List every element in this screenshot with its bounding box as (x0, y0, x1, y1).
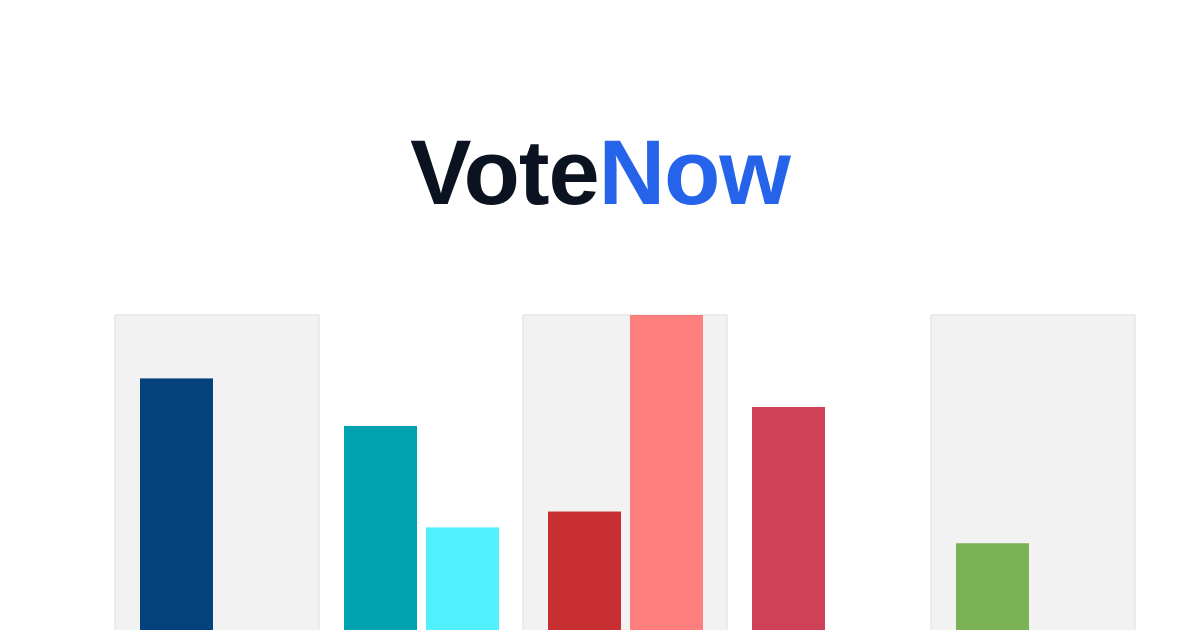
chart-bar-group-5-bar-1 (956, 543, 1029, 630)
chart-bar-group-2-bar-2 (426, 527, 499, 630)
chart-bar-group-3-bar-2 (630, 315, 703, 630)
chart-bar-group-3-bar-1 (548, 511, 621, 630)
chart-bar-group-1-bar-1 (140, 378, 213, 630)
bar-chart (114, 314, 1136, 630)
chart-bar-group-2-bar-1 (344, 425, 417, 630)
chart-bar-group-4-bar-1 (752, 406, 825, 630)
